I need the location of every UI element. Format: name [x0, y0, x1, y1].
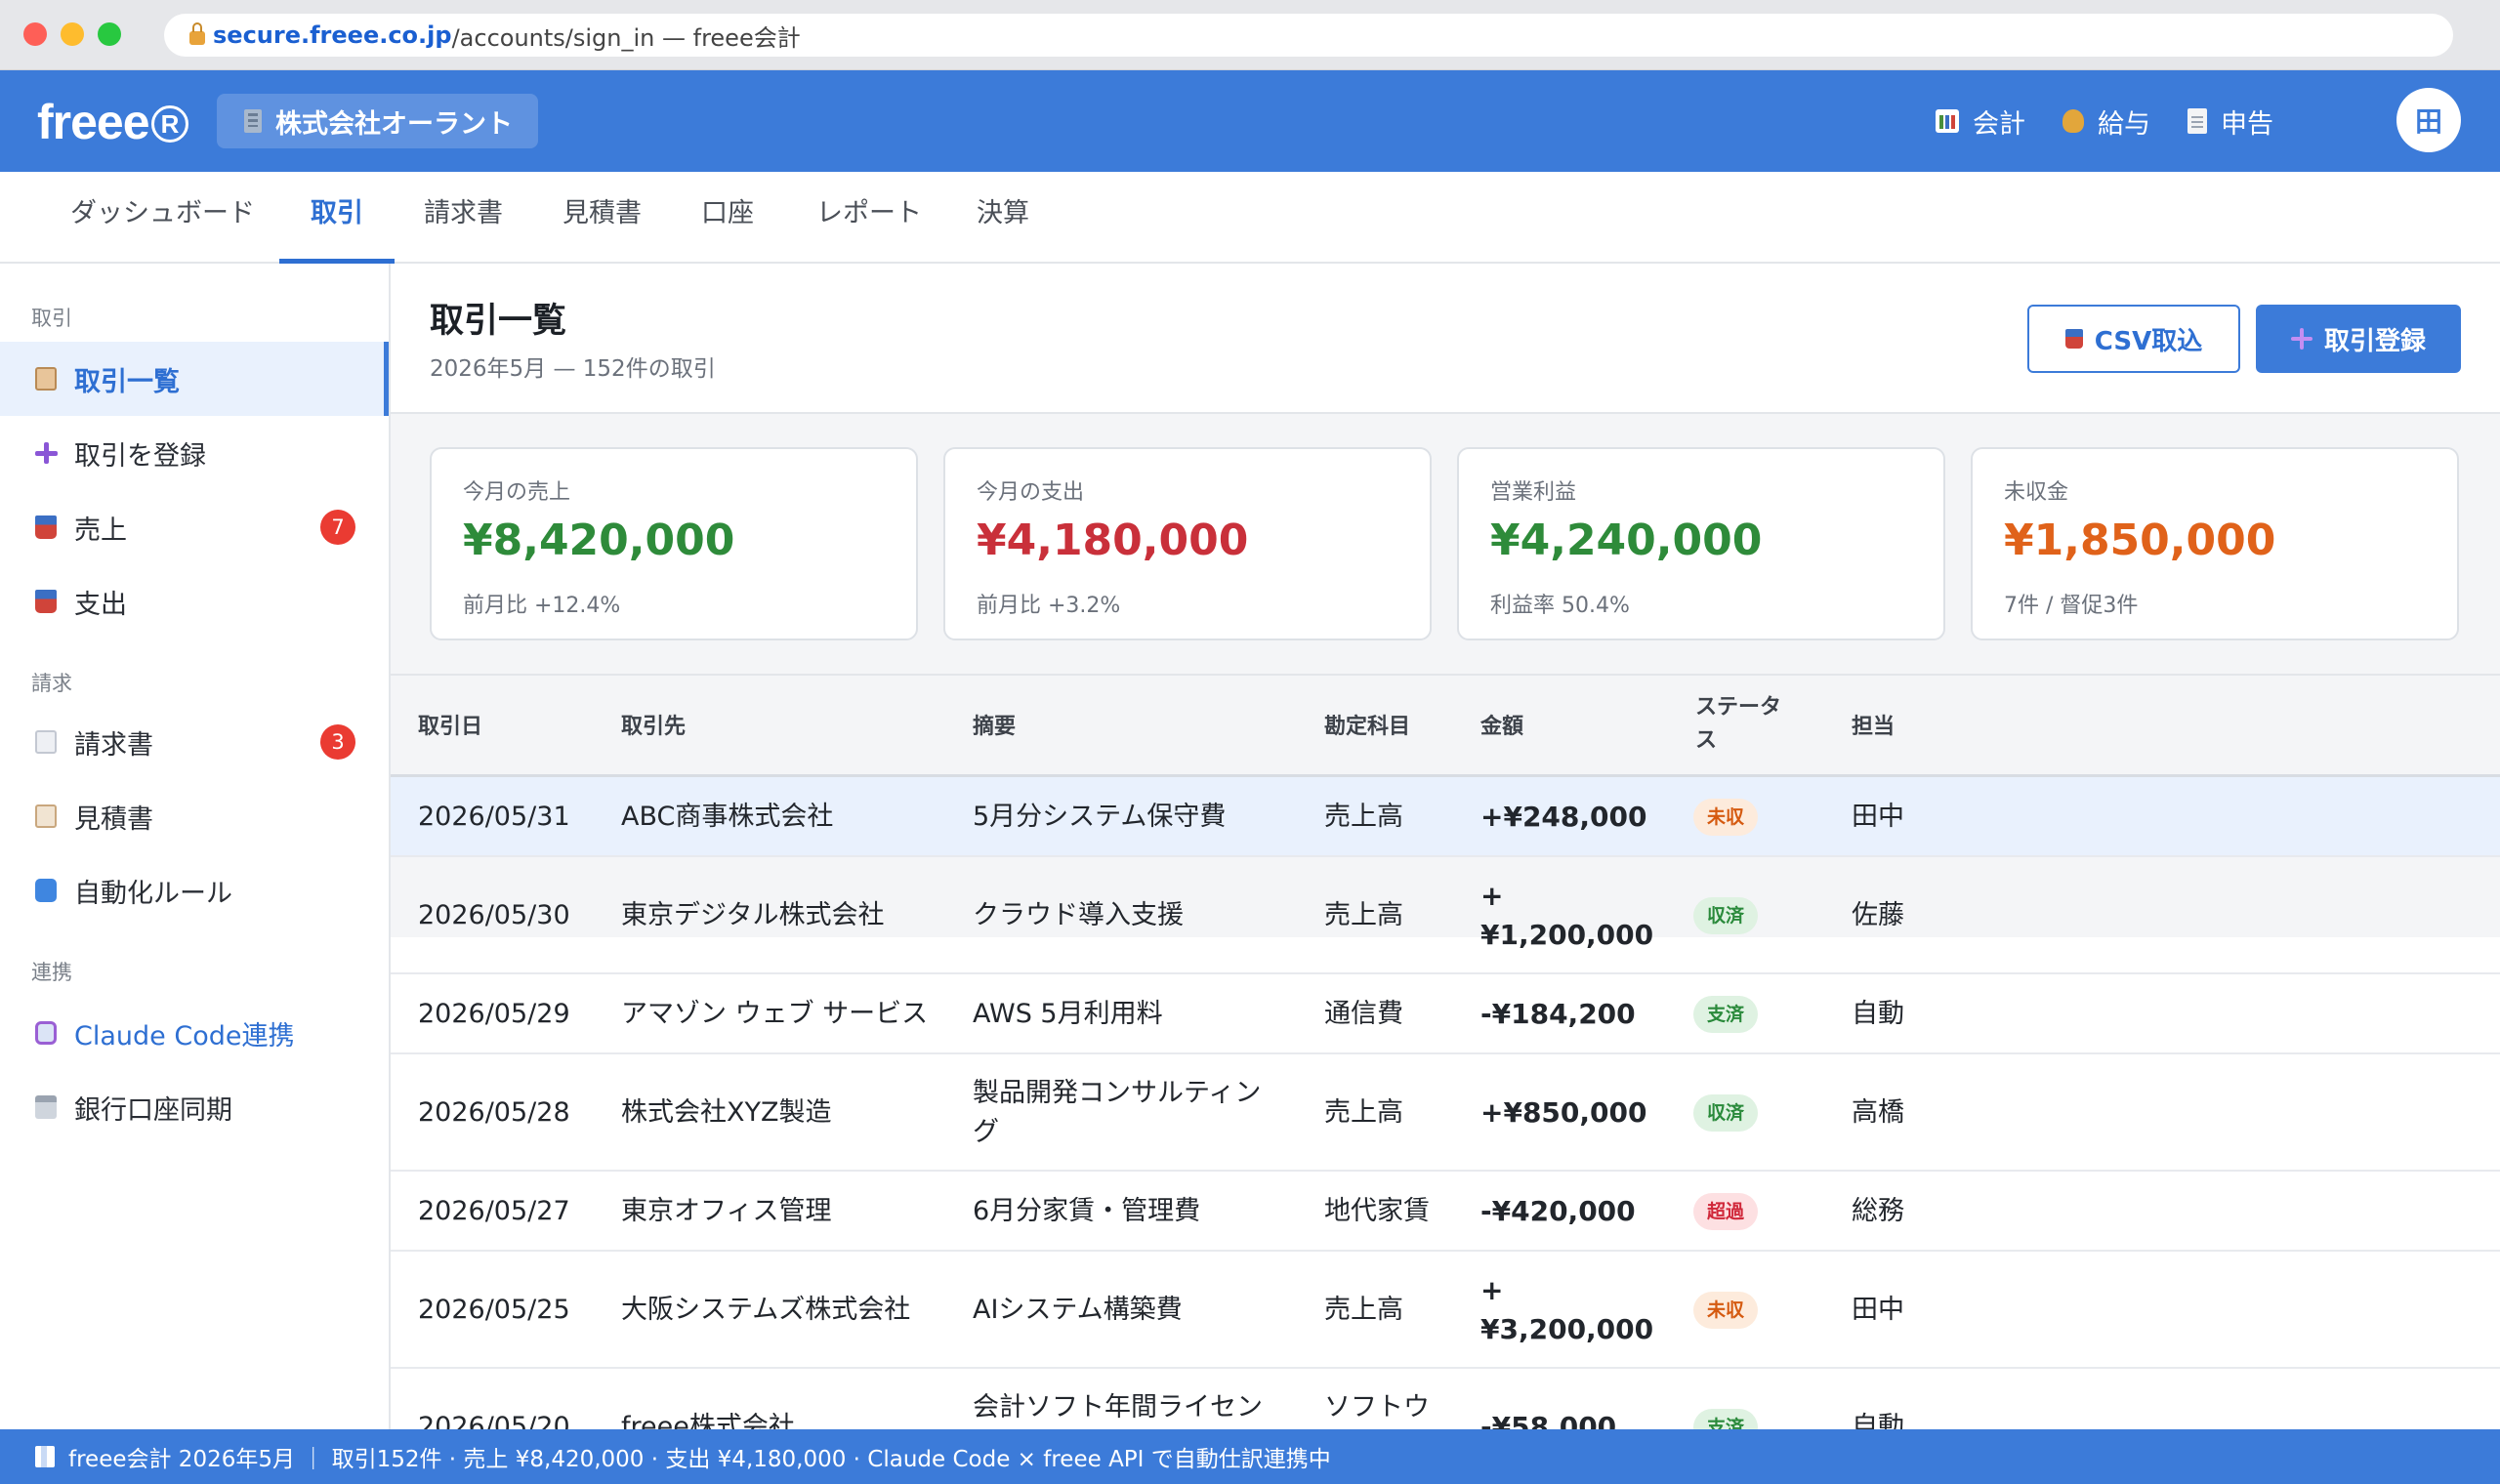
chart-icon [1936, 109, 1959, 133]
product-nav: 会計 給与 申告 [1936, 70, 2273, 172]
status-badge: 支済 [1693, 996, 1759, 1033]
tab-reports[interactable]: レポート [785, 172, 953, 264]
sidebar: 取引 取引一覧 取引を登録 売上 7 支出 請求 請求書 3 見積書 自動化ルー… [0, 264, 391, 1429]
table-header: 取引日 取引先 摘要 勘定科目 金額 ステータス 担当 [391, 674, 2500, 777]
column-header-owner[interactable]: 担当 [1852, 711, 1895, 744]
freee-logo[interactable]: freee R [37, 94, 188, 150]
status-badge: 超過 [1693, 1193, 1759, 1230]
status-bar: freee会計 2026年5月 ｜ 取引152件 · 売上 ¥8,420,000… [0, 1429, 2500, 1484]
nav-accounting[interactable]: 会計 [1936, 103, 2025, 141]
sidebar-item-bank-sync[interactable]: 銀行口座同期 [0, 1070, 389, 1144]
column-header-amount[interactable]: 金額 [1480, 711, 1523, 744]
inbox-tray-icon [2064, 329, 2083, 349]
sidebar-item-automation-rules[interactable]: 自動化ルール [0, 853, 389, 928]
status-badge: 未収 [1693, 799, 1759, 836]
stat-value: ¥1,850,000 [2004, 515, 2276, 565]
main-content: 取引一覧 2026年5月 — 152件の取引 CSV取込 取引登録 今月の売上 … [391, 264, 2500, 1462]
tab-quotes[interactable]: 見積書 [531, 172, 673, 264]
tab-dashboard[interactable]: ダッシュボード [39, 172, 286, 264]
stat-card-operating-profit: 営業利益 ¥4,240,000 利益率 50.4% [1457, 447, 1945, 640]
main-tabs: ダッシュボード 取引 請求書 見積書 口座 レポート 決算 [0, 172, 2500, 264]
sidebar-item-register-transaction[interactable]: 取引を登録 [0, 416, 389, 490]
column-header-account[interactable]: 勘定科目 [1324, 711, 1410, 744]
chart-icon [35, 1446, 55, 1467]
sidebar-section-title: 取引 [31, 307, 72, 330]
column-header-status[interactable]: ステータス [1695, 691, 1793, 758]
page-subtitle: 2026年5月 — 152件の取引 [430, 356, 716, 382]
tab-transactions[interactable]: 取引 [279, 172, 395, 264]
table-row[interactable]: 2026/05/31 ABC商事株式会社 5月分システム保守費 売上高 +¥24… [391, 777, 2500, 857]
table-row[interactable]: 2026/05/28 株式会社XYZ製造 製品開発コンサルティング 売上高 +¥… [391, 1054, 2500, 1172]
tab-accounts[interactable]: 口座 [670, 172, 785, 264]
column-header-date[interactable]: 取引日 [418, 711, 482, 744]
plus-icon [35, 441, 58, 465]
stat-value: ¥4,180,000 [977, 515, 1249, 565]
sidebar-item-transaction-list[interactable]: 取引一覧 [0, 342, 389, 416]
address-bar[interactable]: secure.freee.co.jp /accounts/sign_in — f… [164, 14, 2453, 57]
registered-mark-icon: R [150, 105, 188, 143]
sidebar-section-title: 連携 [31, 961, 72, 984]
user-avatar[interactable]: 田 [2396, 88, 2461, 152]
column-header-partner[interactable]: 取引先 [621, 711, 686, 744]
table-row[interactable]: 2026/05/27 東京オフィス管理 6月分家賃・管理費 地代家賃 -¥420… [391, 1172, 2500, 1252]
table-row[interactable]: 2026/05/30 東京デジタル株式会社 クラウド導入支援 売上高 + ¥1,… [391, 857, 2500, 974]
status-bar-text: freee会計 2026年5月 ｜ 取引152件 · 売上 ¥8,420,000… [68, 1447, 1331, 1472]
page-title: 取引一覧 [430, 302, 567, 341]
sidebar-item-quotes[interactable]: 見積書 [0, 779, 389, 853]
repeat-icon [35, 879, 57, 902]
outbox-tray-icon [35, 590, 57, 613]
lock-icon [189, 22, 205, 45]
sidebar-item-invoices[interactable]: 請求書 3 [0, 705, 389, 779]
robot-icon [35, 1021, 57, 1045]
sales-count-badge: 7 [320, 510, 355, 545]
money-bag-icon [2062, 109, 2084, 133]
office-building-icon [244, 109, 262, 133]
stat-card-receivables: 未収金 ¥1,850,000 7件 / 督促3件 [1971, 447, 2459, 640]
sidebar-item-sales[interactable]: 売上 7 [0, 490, 389, 564]
csv-import-button[interactable]: CSV取込 [2027, 305, 2240, 373]
nav-tax-filing[interactable]: 申告 [2188, 103, 2273, 141]
register-transaction-button[interactable]: 取引登録 [2256, 305, 2461, 373]
minimize-window-button[interactable] [61, 22, 84, 46]
maximize-window-button[interactable] [98, 22, 121, 46]
sidebar-section-title: 請求 [31, 672, 72, 695]
column-header-description[interactable]: 摘要 [973, 711, 1016, 744]
invoice-count-badge: 3 [320, 724, 355, 760]
url-path: /accounts/sign_in — freee会計 [451, 23, 801, 52]
tab-invoices[interactable]: 請求書 [393, 172, 534, 264]
app-header: freee R 株式会社オーラント 会計 給与 申告 田 [0, 70, 2500, 172]
close-window-button[interactable] [23, 22, 47, 46]
document-icon [2188, 108, 2207, 134]
table-row[interactable]: 2026/05/25 大阪システムズ株式会社 AIシステム構築費 売上高 + ¥… [391, 1252, 2500, 1369]
stat-value: ¥8,420,000 [463, 515, 735, 565]
url-host: secure.freee.co.jp [213, 21, 452, 49]
browser-chrome: secure.freee.co.jp /accounts/sign_in — f… [0, 0, 2500, 70]
clipboard-icon [35, 367, 57, 391]
company-switcher[interactable]: 株式会社オーラント [217, 94, 538, 148]
status-badge: 未収 [1693, 1292, 1759, 1329]
status-badge: 収済 [1693, 897, 1759, 934]
memo-icon [35, 804, 57, 828]
bank-icon [35, 1095, 57, 1119]
table-row[interactable]: 2026/05/29 アマゾン ウェブ サービス AWS 5月利用料 通信費 -… [391, 974, 2500, 1054]
company-name: 株式会社オーラント [275, 108, 513, 140]
nav-payroll[interactable]: 給与 [2062, 103, 2150, 141]
inbox-tray-icon [35, 515, 57, 539]
document-icon [35, 730, 57, 754]
stat-card-expenses: 今月の支出 ¥4,180,000 前月比 +3.2% [943, 447, 1432, 640]
stat-value: ¥4,240,000 [1490, 515, 1763, 565]
sidebar-item-expenses[interactable]: 支出 [0, 564, 389, 639]
sidebar-item-claude-code[interactable]: Claude Code連携 [0, 996, 389, 1070]
plus-icon [2290, 328, 2312, 350]
tab-closing[interactable]: 決算 [945, 172, 1061, 264]
stat-card-sales: 今月の売上 ¥8,420,000 前月比 +12.4% [430, 447, 918, 640]
status-badge: 収済 [1693, 1094, 1759, 1132]
